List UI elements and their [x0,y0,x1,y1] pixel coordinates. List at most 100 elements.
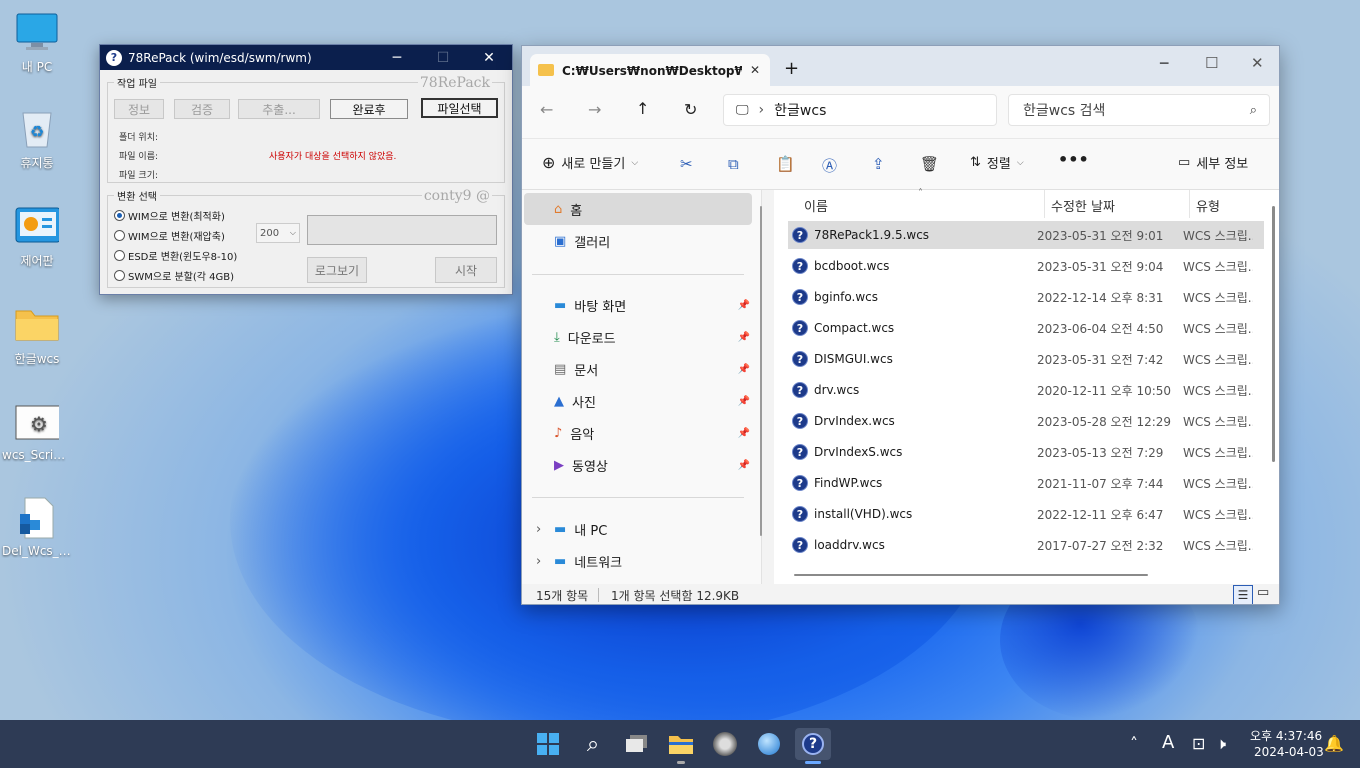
new-tab-button[interactable]: + [784,58,799,79]
back-icon[interactable]: ← [540,100,553,119]
delete-icon[interactable]: 🗑 [920,155,939,173]
file-row[interactable]: ? bginfo.wcs 2022-12-14 오후 8:31 WCS 스크립... [788,283,1264,311]
refresh-icon[interactable]: ↻ [684,100,697,119]
maximize-button[interactable]: ☐ [1205,54,1218,72]
nav-item-gallery[interactable]: ▣ 갤러리 [524,225,752,257]
maximize-button[interactable]: ☐ [420,45,466,70]
option-wim-optimize[interactable]: WIM으로 변환(최적화) [114,208,225,223]
copy-icon[interactable]: ⧉ [728,155,739,173]
nav-item-pictures[interactable]: ▲ 사진 📌 [524,385,752,417]
file-row[interactable]: ? bcdboot.wcs 2023-05-31 오전 9:04 WCS 스크립... [788,252,1264,280]
forward-icon[interactable]: → [588,100,601,119]
nav-item-music[interactable]: ♪ 음악 📌 [524,417,752,449]
more-options-icon[interactable]: ••• [1058,150,1089,169]
network-status-icon[interactable]: ⊡ [1192,734,1205,753]
column-header-name[interactable]: 이름 [804,196,828,215]
close-button[interactable]: ✕ [466,45,512,70]
search-icon: ⌕ [586,731,600,757]
info-button[interactable]: 정보 [114,99,164,119]
column-divider [1189,190,1190,218]
desktop-icon-recycle-bin[interactable]: ♻ 휴지통 [0,106,74,171]
pin-icon[interactable]: 📌 [738,332,750,343]
pin-icon[interactable]: 📌 [738,364,750,375]
option-esd[interactable]: ESD로 변환(윈도우8-10) [114,248,237,263]
nav-item-network[interactable]: › ▬ 네트워크 [524,545,752,577]
chevron-up-icon[interactable]: ˄ [1130,734,1138,753]
nav-item-documents[interactable]: ▤ 문서 📌 [524,353,752,385]
details-pane-button[interactable]: ▭ 세부 정보 [1178,153,1248,172]
details-pane-icon: ▭ [1178,155,1191,170]
search-button[interactable]: ⌕ [575,728,611,760]
file-row[interactable]: ? DrvIndexS.wcs 2023-05-13 오전 7:29 WCS 스크립.… [788,438,1264,466]
file-row[interactable]: ? FindWP.wcs 2021-11-07 오후 7:44 WCS 스크립... [788,469,1264,497]
pin-icon[interactable]: 📌 [738,300,750,311]
option-swm-split[interactable]: SWM으로 분할(각 4GB) [114,268,234,283]
nav-item-downloads[interactable]: ⤓ 다운로드 📌 [524,321,752,353]
desktop-icon-del-wcs[interactable]: Del_Wcs_S... [0,496,74,558]
paste-icon[interactable]: 📋 [776,155,795,173]
ime-indicator[interactable]: A [1162,732,1174,753]
nav-item-this-pc[interactable]: › ▬ 내 PC [524,513,752,545]
minimize-button[interactable]: ─ [374,45,420,70]
tab-current-folder[interactable]: C:₩Users₩non₩Desktop₩한글 ✕ [530,54,770,86]
close-tab-icon[interactable]: ✕ [750,63,760,77]
share-icon[interactable]: ⇪ [872,155,885,173]
clock-date[interactable]: 2024-04-03 [1254,745,1324,759]
new-button[interactable]: ⊕ 새로 만들기 ⌵ [542,153,638,172]
pin-icon[interactable]: 📌 [738,460,750,471]
notification-bell-icon[interactable]: 🔔 [1324,734,1344,753]
file-name-cell: ? DrvIndex.wcs [788,413,1037,429]
clock-time[interactable]: 오후 4:37:46 [1250,727,1322,744]
horizontal-scrollbar[interactable] [794,574,1148,576]
repack-titlebar[interactable]: ? 78RePack (wim/esd/swm/rwm) ─ ☐ ✕ [100,45,512,70]
task-view-button[interactable] [619,728,655,760]
app-taskbar-button[interactable] [707,728,743,760]
vertical-scrollbar[interactable] [1272,206,1275,462]
desktop-icon-my-pc[interactable]: 내 PC [0,10,74,75]
column-header-date[interactable]: 수정한 날짜 [1051,196,1115,215]
extract-button[interactable]: 추출... [238,99,320,119]
desktop-icon-control-panel[interactable]: 제어판 [0,204,74,269]
start-button[interactable]: 시작 [435,257,497,283]
start-button[interactable] [530,728,566,760]
minimize-button[interactable]: ─ [1160,56,1168,72]
address-bar[interactable]: 🖵 › 한글wcs [723,94,997,126]
sort-button[interactable]: ⇅ 정렬 ⌵ [970,153,1024,172]
file-row[interactable]: ? install(VHD).wcs 2022-12-11 오후 6:47 WCS 스… [788,500,1264,528]
repack-taskbar-button[interactable]: ? [795,728,831,764]
desktop-icon-hangul-wcs[interactable]: 한글wcs [0,302,74,367]
view-log-button[interactable]: 로그보기 [307,257,367,283]
file-row[interactable]: ? loaddrv.wcs 2017-07-27 오전 2:32 WCS 스크립... [788,531,1264,559]
file-row[interactable]: ? drv.wcs 2020-12-11 오후 10:50 WCS 스크립... [788,376,1264,404]
select-file-button[interactable]: 파일선택 [421,98,498,118]
nav-scrollbar[interactable] [760,206,762,536]
nav-item-desktop[interactable]: ▬ 바탕 화면 📌 [524,289,752,321]
volume-icon[interactable]: 🕨 [1216,734,1226,754]
close-button[interactable]: ✕ [1251,54,1264,72]
file-row[interactable]: ? DISMGUI.wcs 2023-05-31 오전 7:42 WCS 스크립... [788,345,1264,373]
file-row[interactable]: ? Compact.wcs 2023-06-04 오전 4:50 WCS 스크립... [788,314,1264,342]
desktop-icon-wcs-script[interactable]: ⚙ wcs_Script... [0,400,74,462]
file-row[interactable]: ? DrvIndex.wcs 2023-05-28 오전 12:29 WCS 스크립.… [788,407,1264,435]
cut-icon[interactable]: ✂ [680,155,693,173]
svg-text:♻: ♻ [30,122,44,141]
option-wim-recompress[interactable]: WIM으로 변환(재압축) [114,228,225,243]
details-view-icon[interactable]: ☰ [1233,585,1253,604]
nav-item-videos[interactable]: ▶ 동영상 📌 [524,449,752,481]
split-size-select[interactable]: 200 ⌵ [256,223,300,243]
windows-logo-icon [537,733,559,755]
column-header-type[interactable]: 유형 [1196,196,1220,215]
tiles-view-icon[interactable]: ▭ [1257,585,1269,600]
verify-button[interactable]: 검증 [174,99,230,119]
network-app-taskbar-button[interactable] [751,728,787,760]
column-headers: 이름 ˄ 수정한 날짜 유형 [774,188,1279,218]
file-row[interactable]: ? 78RePack1.9.5.wcs 2023-05-31 오전 9:01 WCS … [788,221,1264,249]
after-complete-button[interactable]: 완료후 [330,99,408,119]
file-explorer-taskbar-button[interactable] [663,728,699,764]
up-icon[interactable]: ↑ [636,99,649,118]
search-input[interactable]: 한글wcs 검색 ⌕ [1008,94,1270,126]
nav-item-home[interactable]: ⌂ 홈 [524,193,752,225]
rename-icon[interactable]: Ⓐ [822,155,837,176]
pin-icon[interactable]: 📌 [738,428,750,439]
pin-icon[interactable]: 📌 [738,396,750,407]
